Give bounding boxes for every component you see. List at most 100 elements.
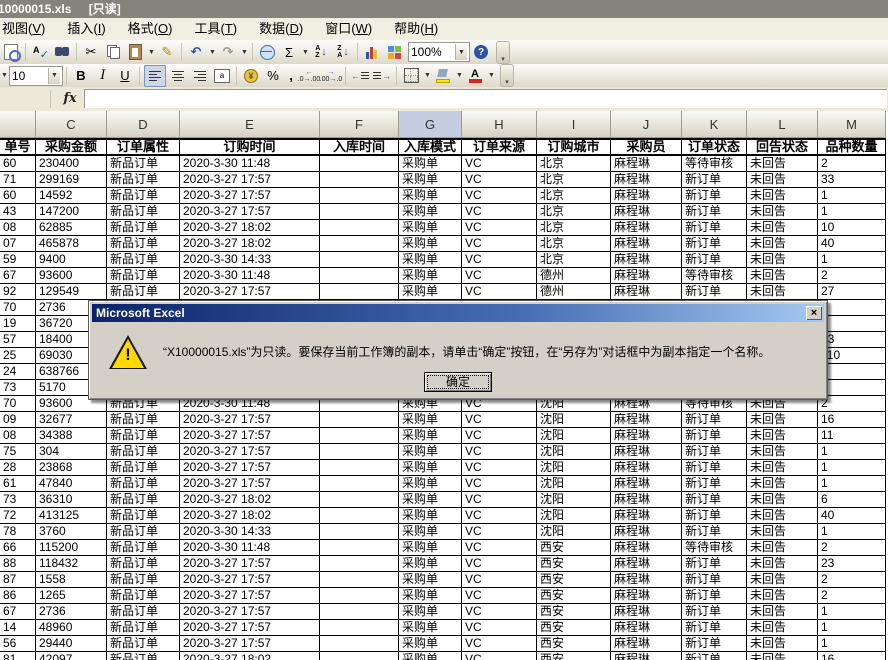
cell[interactable] (320, 524, 399, 540)
cell[interactable]: 采购单 (399, 188, 462, 204)
bold-button[interactable]: B (71, 66, 91, 86)
format-painter-icon[interactable]: ✎ (157, 42, 177, 62)
cell[interactable]: VC (462, 284, 537, 300)
cell[interactable]: 采购单 (399, 636, 462, 652)
cell[interactable]: 北京 (537, 220, 611, 236)
cell[interactable]: 2020-3-27 18:02 (180, 508, 320, 524)
cell[interactable]: 2020-3-30 11:48 (180, 156, 320, 172)
cell[interactable]: 沈阳 (537, 428, 611, 444)
cell[interactable]: 新品订单 (107, 636, 180, 652)
cell[interactable]: 新订单 (682, 556, 747, 572)
cell[interactable]: 2020-3-30 14:33 (180, 524, 320, 540)
cell[interactable]: 采购单 (399, 204, 462, 220)
cell[interactable]: 27 (818, 284, 886, 300)
font-color-button[interactable]: A (465, 66, 485, 86)
cell[interactable]: 麻程琳 (611, 476, 682, 492)
cell[interactable]: 新品订单 (107, 588, 180, 604)
cell[interactable]: 麻程琳 (611, 636, 682, 652)
cell[interactable]: VC (462, 236, 537, 252)
cell[interactable]: 新品订单 (107, 156, 180, 172)
column-header-D[interactable]: D (107, 111, 180, 138)
cell[interactable]: VC (462, 172, 537, 188)
cell[interactable] (320, 604, 399, 620)
cell[interactable]: 未回告 (747, 204, 818, 220)
cell[interactable]: 新品订单 (107, 540, 180, 556)
cell[interactable]: 麻程琳 (611, 284, 682, 300)
cell[interactable]: VC (462, 188, 537, 204)
cell[interactable] (320, 620, 399, 636)
cell[interactable]: 新订单 (682, 492, 747, 508)
cell[interactable]: 麻程琳 (611, 556, 682, 572)
cell[interactable]: 新品订单 (107, 268, 180, 284)
cell[interactable] (320, 572, 399, 588)
field-header[interactable]: 订购时间 (180, 138, 320, 156)
cell[interactable]: 麻程琳 (611, 508, 682, 524)
column-header-L[interactable]: L (747, 111, 818, 138)
field-header[interactable]: 订单来源 (462, 138, 537, 156)
underline-button[interactable]: U (115, 66, 135, 86)
cell[interactable]: 麻程琳 (611, 220, 682, 236)
cell[interactable]: 沈阳 (537, 492, 611, 508)
cell[interactable]: 北京 (537, 156, 611, 172)
cell[interactable]: 麻程琳 (611, 492, 682, 508)
menu-item-W[interactable]: 窗口(W) (314, 18, 383, 40)
formula-input[interactable] (84, 89, 887, 108)
cell[interactable]: 新品订单 (107, 252, 180, 268)
cell[interactable]: 新品订单 (107, 188, 180, 204)
cell[interactable]: 1265 (36, 588, 107, 604)
cell[interactable]: 1 (818, 188, 886, 204)
cell[interactable]: 304 (36, 444, 107, 460)
cell[interactable]: 新品订单 (107, 172, 180, 188)
cell[interactable]: VC (462, 428, 537, 444)
cell[interactable]: 采购单 (399, 620, 462, 636)
cell[interactable]: 2 (818, 588, 886, 604)
cell[interactable]: 1 (818, 300, 886, 316)
cell[interactable]: 等待审核 (682, 268, 747, 284)
cell[interactable]: 采购单 (399, 268, 462, 284)
cell[interactable]: 14592 (36, 188, 107, 204)
cell[interactable] (320, 428, 399, 444)
cell[interactable]: VC (462, 540, 537, 556)
cell[interactable]: 40 (818, 508, 886, 524)
cell[interactable]: 70 (0, 300, 36, 316)
cell[interactable]: 25 (0, 348, 36, 364)
cell[interactable]: 采购单 (399, 172, 462, 188)
cell[interactable]: 西安 (537, 588, 611, 604)
cell[interactable]: 采购单 (399, 588, 462, 604)
field-header[interactable]: 订单状态 (682, 138, 747, 156)
cell[interactable]: 采购单 (399, 652, 462, 660)
cell[interactable] (320, 236, 399, 252)
cell[interactable]: 147200 (36, 204, 107, 220)
copy-icon[interactable] (103, 42, 123, 62)
cell[interactable]: 麻程琳 (611, 172, 682, 188)
increase-indent-button[interactable]: → (372, 66, 392, 86)
column-header-F[interactable]: F (320, 111, 399, 138)
cell[interactable]: 未回告 (747, 156, 818, 172)
cell[interactable]: 新订单 (682, 636, 747, 652)
cell[interactable]: 73 (0, 380, 36, 396)
cell[interactable]: 2 (818, 540, 886, 556)
cell[interactable]: 19 (0, 316, 36, 332)
cell[interactable]: 1 (818, 460, 886, 476)
cell[interactable]: 未回告 (747, 492, 818, 508)
cell[interactable]: 麻程琳 (611, 524, 682, 540)
cell[interactable]: 1558 (36, 572, 107, 588)
cell[interactable]: 沈阳 (537, 460, 611, 476)
cell[interactable]: 采购单 (399, 556, 462, 572)
cell[interactable]: VC (462, 572, 537, 588)
cell[interactable]: VC (462, 556, 537, 572)
cell[interactable]: 新订单 (682, 428, 747, 444)
cell[interactable]: 新订单 (682, 188, 747, 204)
cell[interactable]: 西安 (537, 604, 611, 620)
cell[interactable]: 23868 (36, 460, 107, 476)
cell[interactable] (320, 188, 399, 204)
cell[interactable]: 2020-3-30 14:33 (180, 252, 320, 268)
cell[interactable]: 未回告 (747, 428, 818, 444)
cell[interactable]: 2020-3-27 17:57 (180, 636, 320, 652)
cut-icon[interactable]: ✂ (81, 42, 101, 62)
cell[interactable]: 34388 (36, 428, 107, 444)
cell[interactable]: 92 (0, 284, 36, 300)
cell[interactable]: 1 (818, 636, 886, 652)
field-header[interactable]: 采购员 (611, 138, 682, 156)
paste-icon[interactable] (125, 42, 145, 62)
